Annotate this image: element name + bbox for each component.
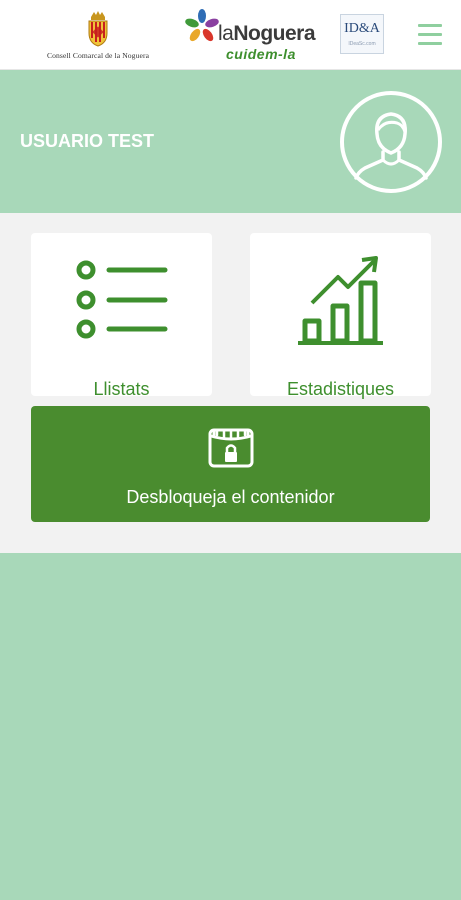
unlock-container-label: Desbloqueja el contenidor xyxy=(126,487,335,507)
statistics-label: Estadistiques xyxy=(286,379,395,399)
la-noguera-tagline: cuidem-la xyxy=(226,46,296,62)
idea-logo: ID&A IDeaSc.com xyxy=(340,14,384,54)
idea-logo-sub: IDeaSc.com xyxy=(348,41,376,47)
hamburger-menu-icon[interactable] xyxy=(416,22,444,48)
idea-logo-mark: ID&A xyxy=(344,21,380,36)
username: USUARIO TEST xyxy=(20,131,155,151)
menu-tiles: Llistats Estadistiques Desbloqueja el co… xyxy=(0,213,461,553)
user-avatar-icon[interactable] xyxy=(339,90,443,194)
locked-container-icon xyxy=(208,428,254,468)
lists-tile[interactable]: Llistats xyxy=(31,233,212,399)
list-icon xyxy=(76,260,168,339)
la-noguera-wordmark: laNoguera xyxy=(218,22,316,46)
profile-banner: USUARIO TEST xyxy=(0,70,461,213)
flower-icon xyxy=(185,9,219,42)
la-noguera-logo: laNoguera cuidem-la xyxy=(184,8,326,64)
bar-chart-trend-icon xyxy=(298,256,383,345)
statistics-tile[interactable]: Estadistiques xyxy=(250,233,431,399)
la-noguera-name: Noguera xyxy=(233,22,316,45)
lists-label: Llistats xyxy=(93,379,150,399)
la-noguera-prefix: la xyxy=(218,22,234,45)
coat-of-arms-icon xyxy=(88,11,108,47)
menu-line xyxy=(418,24,442,27)
unlock-container-button[interactable]: Desbloqueja el contenidor xyxy=(31,406,430,522)
menu-line xyxy=(418,33,442,36)
app-header: Consell Comarcal de la Noguera laNoguera… xyxy=(0,0,461,70)
consell-comarcal-logo: Consell Comarcal de la Noguera xyxy=(20,8,176,64)
menu-line xyxy=(418,42,442,45)
consell-logo-caption: Consell Comarcal de la Noguera xyxy=(46,51,150,60)
